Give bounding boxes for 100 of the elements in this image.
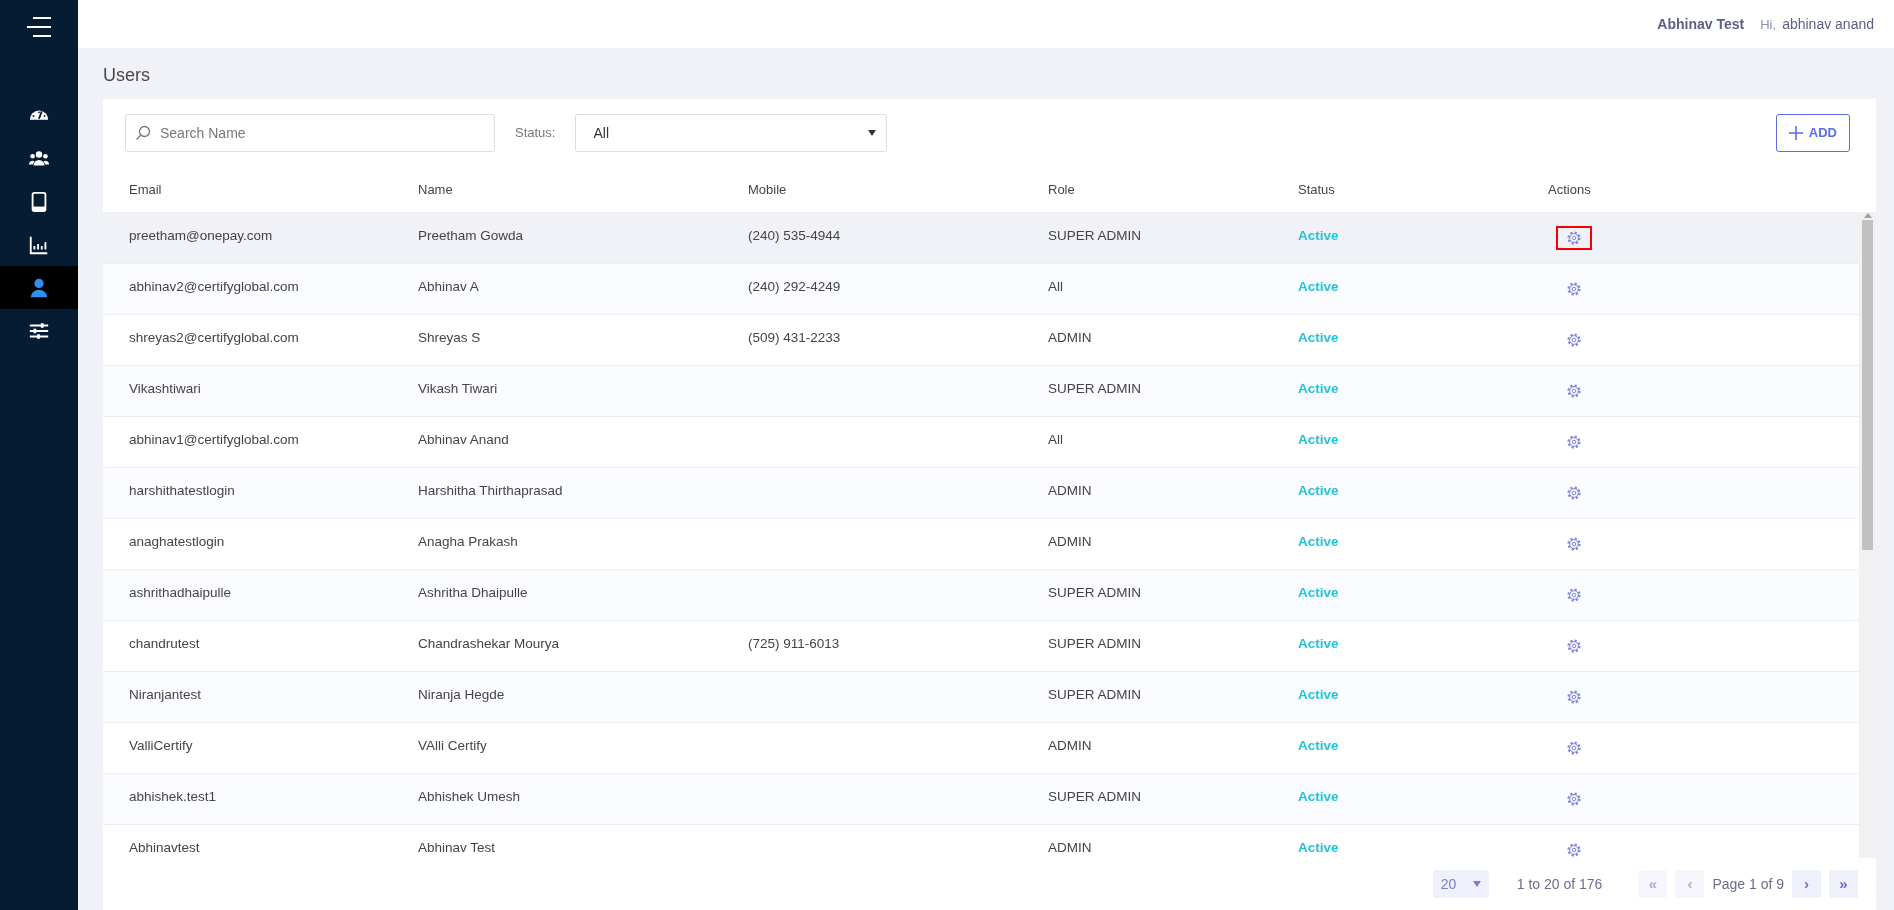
email-cell-text: anaghatestlogin [128,532,226,551]
name-cell-text: Shreyas S [418,328,482,347]
column-header: Mobile [748,181,788,199]
record-range: 1 to 20 of 176 [1516,874,1603,894]
email-cell-text: shreyas2@certifyglobal.com [128,328,300,347]
settings-icon [1566,382,1582,399]
column-header: Role [1048,181,1076,199]
menu-icon [25,16,53,38]
status-cell-text: Active [1298,583,1340,602]
scroll-up-arrow-icon[interactable] [1863,211,1872,218]
pagination-button[interactable]: › [1792,870,1821,898]
role-cell-text: SUPER ADMIN [1048,685,1143,704]
name-cell-text: VAlli Certify [418,736,488,755]
pagination-button[interactable]: » [1829,870,1858,898]
table-row[interactable]: abhinav2@certifyglobal.com Abhinav A (240) 292-4249 All Active [103,262,1859,314]
settings-icon [1566,841,1582,858]
mobile-cell-text: (240) 535-4944 [748,226,842,245]
name-cell-text: Ashritha Dhaipulle [418,583,529,602]
role-cell-text: All [1048,277,1064,296]
column-header: Email [128,181,163,199]
status-cell-text: Active [1298,328,1340,347]
role-cell-text: SUPER ADMIN [1048,379,1143,398]
name-cell-text: Vikash Tiwari [418,379,499,398]
status-cell-text: Active [1298,838,1340,857]
mobile-cell-text: (509) 431-2233 [748,328,842,347]
user-name[interactable]: abhinav anand [1782,15,1874,32]
page-label: Page 1 of 9 [1712,874,1784,894]
plus-icon [1788,126,1803,140]
role-cell-text: ADMIN [1048,481,1093,500]
email-cell-text: Abhinavtest [128,838,201,857]
page-title: Users [102,64,151,87]
settings-icon [1566,535,1582,552]
status-select[interactable]: All [575,114,888,152]
email-cell-text: harshithatestlogin [128,481,236,500]
mobile-cell-text: (240) 292-4249 [748,277,842,296]
search-field[interactable]: Search Name [125,114,495,152]
role-cell-text: ADMIN [1048,328,1093,347]
role-cell-text: SUPER ADMIN [1048,583,1143,602]
role-cell-text: ADMIN [1048,838,1093,857]
settings-icon [1566,637,1582,654]
table-row[interactable]: Vikashtiwari Vikash Tiwari SUPER ADMIN Active [103,364,1859,416]
table-row[interactable]: ashrithadhaipulle Ashritha Dhaipulle SUPER ADMIN Active [103,568,1859,620]
mobile-cell-text: (725) 911-6013 [748,634,841,653]
settings-icon [1566,739,1582,756]
name-cell-text: Chandrashekar Mourya [418,634,561,653]
settings-icon [1566,484,1582,501]
settings-icon [1566,586,1582,603]
settings-icon [1566,688,1582,705]
column-header: Status [1298,181,1336,199]
status-cell-text: Active [1298,379,1340,398]
scrollbar[interactable] [1859,211,1876,858]
name-cell-text: Harshitha Thirthaprasad [418,481,564,500]
status-label: Status: [515,124,556,143]
table-row[interactable]: Abhinavtest Abhinav Test ADMIN Active [103,823,1859,858]
role-cell-text: ADMIN [1048,532,1093,551]
name-cell-text: Abhishek Umesh [418,787,522,806]
settings-icon [1566,331,1582,348]
role-cell-text: SUPER ADMIN [1048,226,1143,245]
company-name: Abhinav Test [1657,14,1745,34]
table-row[interactable]: harshithatestlogin Harshitha Thirthaprasad ADMIN Active [103,466,1859,518]
email-cell-text: ValliCertify [128,736,194,755]
status-cell-text: Active [1298,685,1340,704]
name-cell-text: Preetham Gowda [418,226,525,245]
name-cell-text: Niranja Hegde [418,685,506,704]
email-cell-text: abhinav2@certifyglobal.com [128,277,300,296]
role-cell-text: SUPER ADMIN [1048,787,1143,806]
status-cell-text: Active [1298,277,1340,296]
role-cell-text: ADMIN [1048,736,1093,755]
settings-icon [1566,433,1582,450]
status-cell-text: Active [1298,226,1340,245]
email-cell-text: preetham@onepay.com [128,226,274,245]
status-cell-text: Active [1298,430,1340,449]
column-header: Name [418,181,454,199]
table-row[interactable]: Niranjantest Niranja Hegde SUPER ADMIN Active [103,670,1859,722]
email-cell-text: abhishek.test1 [128,787,218,806]
status-cell-text: Active [1298,634,1340,653]
greeting-label: Hi, [1760,16,1777,32]
dropdown-caret-icon [1472,881,1481,887]
name-cell-text: Abhinav Test [418,838,497,857]
column-header: Actions [1548,181,1592,199]
email-cell-text: abhinav1@certifyglobal.com [128,430,300,449]
role-cell-text: SUPER ADMIN [1048,634,1143,653]
status-cell-text: Active [1298,736,1340,755]
status-cell-text: Active [1298,532,1340,551]
add-button[interactable]: ADD [1775,114,1850,152]
settings-icon [1566,280,1582,297]
email-cell-text: ashrithadhaipulle [128,583,233,602]
status-cell-text: Active [1298,481,1340,500]
email-cell-text: Niranjantest [128,685,203,704]
sidebar-item[interactable] [0,266,78,309]
user-icon [28,276,50,299]
table-row[interactable]: preetham@onepay.com Preetham Gowda (240) 535-4944 SUPER ADMIN Active [103,211,1859,263]
name-cell-text: Abhinav A [418,277,480,296]
name-cell-text: Abhinav Anand [418,430,510,449]
settings-icon [1566,229,1582,246]
settings-button[interactable] [1556,225,1592,250]
table-row[interactable]: abhishek.test1 Abhishek Umesh SUPER ADMIN Active [103,772,1859,824]
dropdown-caret-icon [868,130,877,136]
role-cell-text: All [1048,430,1064,449]
settings-icon [1566,790,1582,807]
